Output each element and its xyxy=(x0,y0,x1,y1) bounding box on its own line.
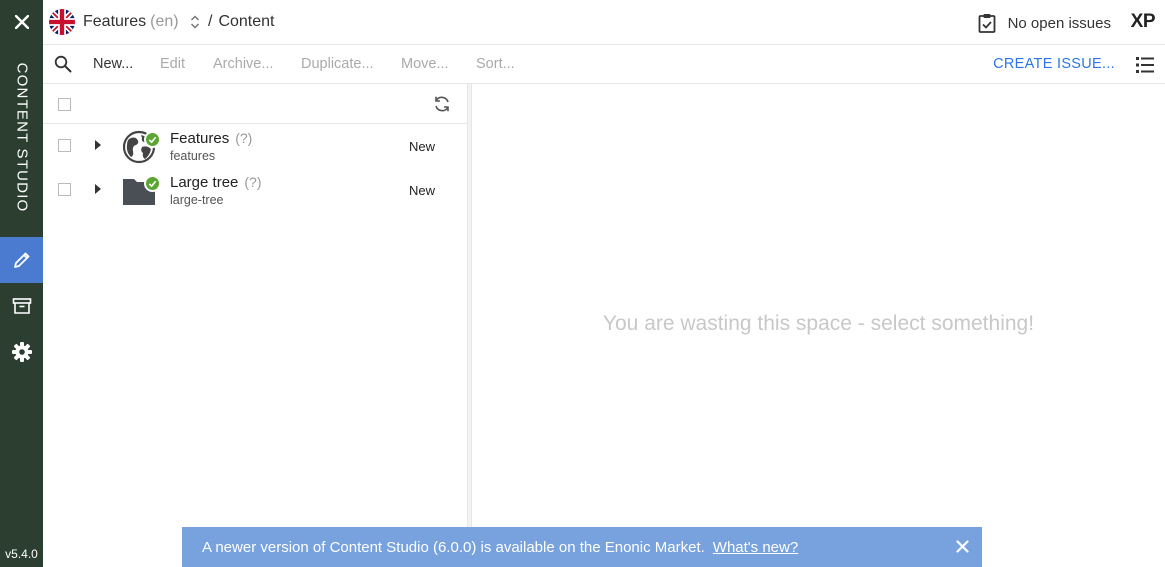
left-rail: CONTENT STUDIO v5.4.0 xyxy=(0,0,43,567)
update-notification: A newer version of Content Studio (6.0.0… xyxy=(182,527,982,567)
row-title: Features (?) xyxy=(170,130,252,147)
app-header: Features (en) / Content No open issues XP xyxy=(43,0,1165,45)
archive-button[interactable]: Archive... xyxy=(213,56,273,72)
product-logo[interactable]: XP xyxy=(1131,11,1156,33)
check-mark xyxy=(148,180,157,188)
row-checkbox[interactable] xyxy=(58,183,71,196)
rail-item-settings[interactable] xyxy=(0,329,43,375)
status-badge: New xyxy=(409,139,436,154)
uk-flag-icon[interactable] xyxy=(49,9,75,35)
row-checkbox[interactable] xyxy=(58,139,71,152)
preview-placeholder: You are wasting this space - select some… xyxy=(602,312,1035,335)
project-selector[interactable]: Features (en) xyxy=(83,13,179,31)
row-title-text: Features xyxy=(170,130,230,147)
issues-button[interactable]: No open issues xyxy=(978,13,1111,33)
project-language: (en) xyxy=(150,13,179,30)
table-row[interactable]: Features (?) features New xyxy=(43,124,468,168)
published-check-icon xyxy=(144,131,161,148)
app-version: v5.4.0 xyxy=(5,547,38,561)
row-title-text: Large tree xyxy=(170,174,239,191)
breadcrumb: / Content xyxy=(208,13,275,31)
expand-arrow-icon[interactable] xyxy=(95,184,101,194)
grid-header xyxy=(43,84,468,124)
content-tree-grid: Features (?) features New Large tree (?) l… xyxy=(43,84,468,567)
pencil-icon xyxy=(13,252,29,268)
row-title-suffix: (?) xyxy=(235,130,253,146)
close-icon xyxy=(14,15,29,29)
refresh-icon[interactable] xyxy=(433,95,451,113)
create-issue-button[interactable]: CREATE ISSUE... xyxy=(993,56,1115,72)
table-row[interactable]: Large tree (?) large-tree New xyxy=(43,168,468,212)
search-icon[interactable] xyxy=(54,55,72,73)
row-title: Large tree (?) xyxy=(170,174,262,191)
flag-graphic xyxy=(49,9,75,35)
app-title-text: CONTENT STUDIO xyxy=(13,62,31,212)
close-icon[interactable] xyxy=(956,540,969,553)
project-name: Features xyxy=(83,13,147,30)
list-view-icon[interactable] xyxy=(1135,55,1155,75)
status-badge: New xyxy=(409,183,436,198)
rail-item-archive[interactable] xyxy=(0,283,43,329)
notification-message: A newer version of Content Studio (6.0.0… xyxy=(202,539,798,556)
row-title-suffix: (?) xyxy=(244,174,262,190)
app-title: CONTENT STUDIO xyxy=(0,52,43,222)
rail-item-content-editor[interactable] xyxy=(0,237,43,283)
new-button[interactable]: New... xyxy=(93,56,133,72)
archive-box-icon xyxy=(12,298,31,314)
clipboard-check-icon xyxy=(978,14,995,33)
duplicate-button[interactable]: Duplicate... xyxy=(301,56,374,72)
chevron-up-down-icon[interactable] xyxy=(190,14,200,30)
gear-icon xyxy=(11,342,32,362)
select-all-checkbox[interactable] xyxy=(58,98,71,111)
whats-new-link[interactable]: What's new? xyxy=(713,539,798,556)
breadcrumb-separator: / xyxy=(208,13,213,30)
close-app-button[interactable] xyxy=(0,0,43,44)
row-path: large-tree xyxy=(170,193,224,207)
check-mark xyxy=(148,136,157,144)
notification-text: A newer version of Content Studio (6.0.0… xyxy=(202,539,705,556)
move-button[interactable]: Move... xyxy=(401,56,449,72)
preview-panel: You are wasting this space - select some… xyxy=(472,84,1165,567)
content-toolbar: New... Edit Archive... Duplicate... Move… xyxy=(43,45,1165,84)
issues-label: No open issues xyxy=(1007,14,1111,32)
expand-arrow-icon[interactable] xyxy=(95,140,101,150)
edit-button[interactable]: Edit xyxy=(160,56,185,72)
row-path: features xyxy=(170,149,216,163)
breadcrumb-current: Content xyxy=(218,13,275,30)
sort-button[interactable]: Sort... xyxy=(476,56,515,72)
published-check-icon xyxy=(144,175,161,192)
